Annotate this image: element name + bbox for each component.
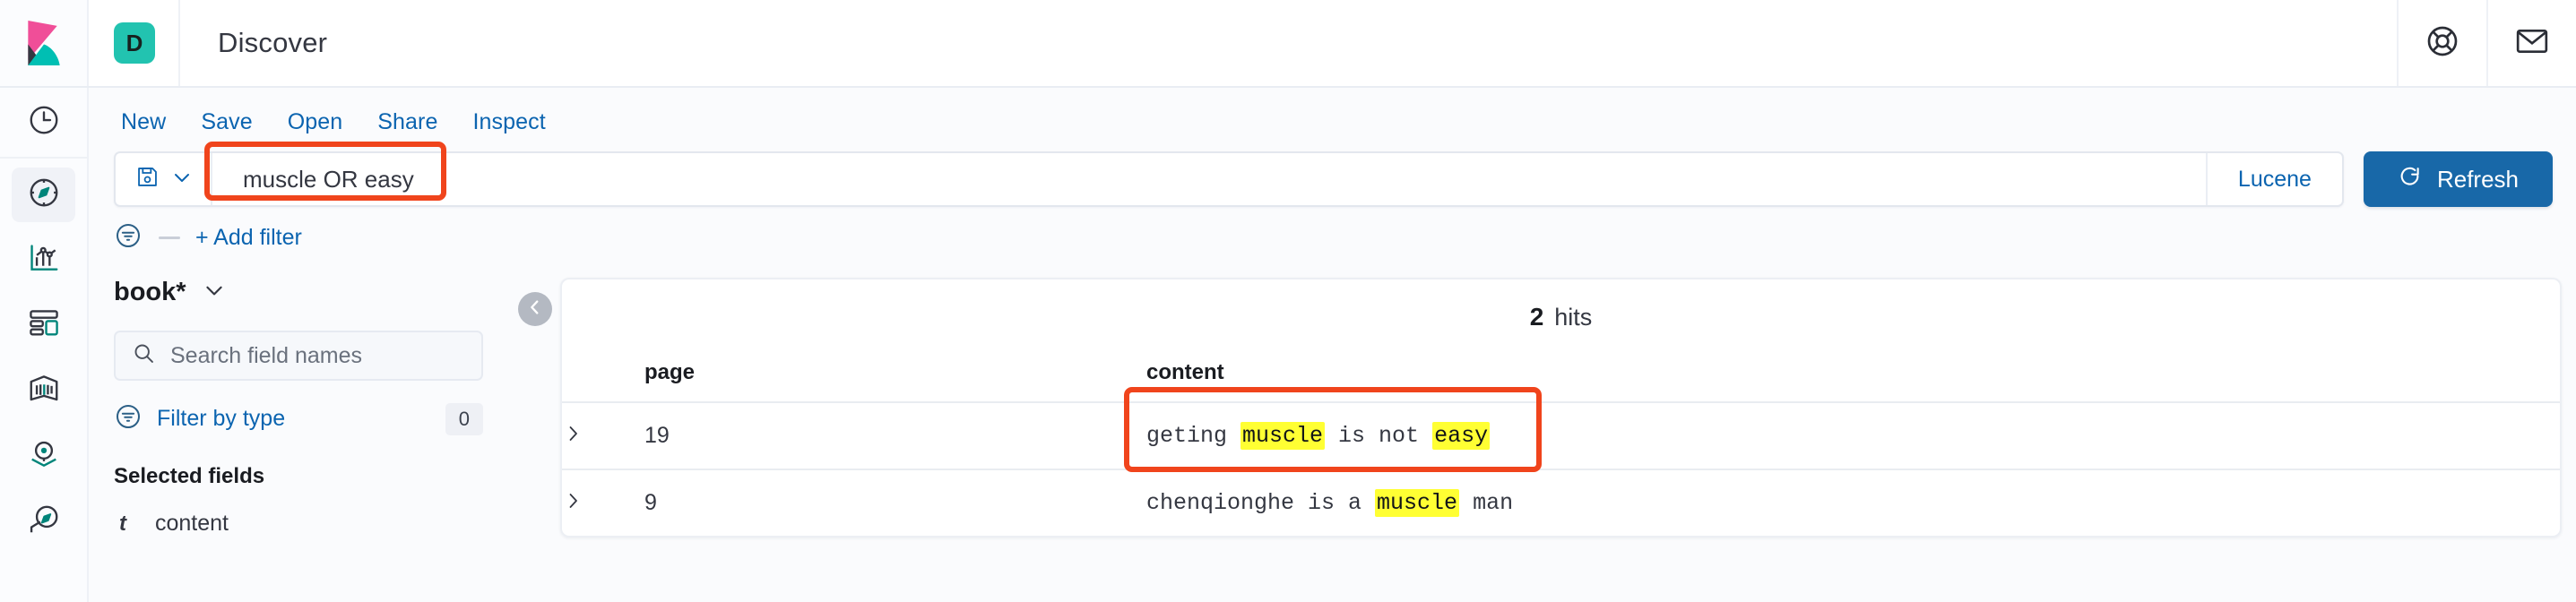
sidebar-item-maps[interactable] bbox=[0, 427, 87, 486]
discover-top-menu: New Save Open Share Inspect bbox=[89, 88, 2576, 144]
filter-bar: + Add filter bbox=[89, 207, 2576, 254]
clock-recently-viewed-icon bbox=[27, 103, 61, 142]
table-row[interactable]: 9 chenqionghe is a muscle man bbox=[562, 469, 2560, 536]
sidebar-item-canvas[interactable] bbox=[0, 362, 87, 420]
sidebar-item-visualize[interactable] bbox=[0, 231, 87, 289]
chevron-down-icon bbox=[203, 279, 226, 306]
cell-content: geting muscle is not easy bbox=[1146, 401, 2560, 469]
refresh-button[interactable]: Refresh bbox=[2363, 151, 2553, 207]
query-input-value: muscle OR easy bbox=[243, 165, 414, 193]
cell-page: 9 bbox=[644, 469, 1146, 536]
header-spacer bbox=[327, 0, 2397, 86]
main-content-area: New Save Open Share Inspect muscle OR ea… bbox=[89, 88, 2576, 602]
menu-item-share[interactable]: Share bbox=[377, 109, 437, 135]
expand-row-button[interactable] bbox=[562, 469, 644, 536]
search-field-names-input[interactable]: Search field names bbox=[114, 331, 483, 381]
search-term-highlight: muscle bbox=[1375, 489, 1460, 517]
discover-body: book* Search field names Filter by type … bbox=[89, 254, 2576, 538]
content-text: man bbox=[1459, 490, 1514, 516]
documents-table-body: 19 geting muscle is not easy 9 chenqionghe … bbox=[562, 401, 2560, 536]
refresh-circle-arrow-icon bbox=[2398, 164, 2423, 195]
recently-viewed-button[interactable] bbox=[0, 88, 87, 159]
query-bar-row: muscle OR easy Lucene Refresh bbox=[89, 144, 2576, 207]
index-pattern-name: book* bbox=[114, 278, 186, 306]
content-text: geting bbox=[1146, 423, 1241, 449]
query-input[interactable]: muscle OR easy bbox=[212, 153, 2206, 205]
kibana-logo-button[interactable] bbox=[0, 0, 89, 86]
query-bar: muscle OR easy Lucene bbox=[114, 151, 2344, 207]
sidebar-collapse-container bbox=[510, 278, 560, 326]
chevron-right-expand-icon bbox=[562, 494, 583, 515]
hits-summary: 2 hits bbox=[562, 280, 2560, 351]
kibana-logo-icon bbox=[22, 21, 65, 65]
index-pattern-selector[interactable]: book* bbox=[114, 278, 483, 331]
field-name-label: content bbox=[155, 511, 229, 536]
menu-item-new[interactable]: New bbox=[121, 109, 166, 135]
sidebar-item-machine-learning[interactable] bbox=[0, 493, 87, 551]
dashboard-grid-icon bbox=[27, 306, 61, 345]
chevron-right-expand-icon bbox=[562, 426, 583, 448]
field-item-content[interactable]: t content bbox=[114, 511, 483, 537]
column-header-expand bbox=[562, 351, 644, 402]
table-row[interactable]: 19 geting muscle is not easy bbox=[562, 401, 2560, 469]
filter-funnel-icon[interactable] bbox=[114, 221, 143, 254]
page-title: Discover bbox=[218, 27, 328, 58]
table-header-row: page content bbox=[562, 351, 2560, 402]
machine-learning-icon bbox=[27, 503, 61, 541]
sidebar-item-discover[interactable] bbox=[0, 166, 87, 224]
app-badge: D bbox=[114, 22, 155, 64]
filter-funnel-icon bbox=[114, 402, 157, 435]
chevron-down-icon bbox=[171, 167, 193, 193]
app-badge-container: D bbox=[89, 0, 180, 86]
saved-query-button[interactable] bbox=[116, 153, 212, 205]
collapse-sidebar-button[interactable] bbox=[518, 292, 552, 326]
menu-item-save[interactable]: Save bbox=[201, 109, 252, 135]
expand-row-button[interactable] bbox=[562, 401, 644, 469]
menu-item-open[interactable]: Open bbox=[288, 109, 343, 135]
selected-fields-header: Selected fields bbox=[114, 464, 265, 488]
filter-separator bbox=[159, 236, 180, 239]
newsfeed-button[interactable] bbox=[2486, 0, 2576, 86]
content-text: chenqionghe is a bbox=[1146, 490, 1376, 516]
envelope-newsfeed-icon bbox=[2514, 23, 2550, 64]
line-chart-visualize-icon bbox=[27, 241, 61, 280]
search-icon bbox=[132, 341, 156, 370]
content-text: is not bbox=[1325, 423, 1433, 449]
save-disk-icon bbox=[135, 165, 160, 194]
filter-by-type-button[interactable]: Filter by type 0 bbox=[114, 402, 483, 435]
documents-table-head: page content bbox=[562, 351, 2560, 402]
sidebar-item-dashboard[interactable] bbox=[0, 297, 87, 355]
canvas-frame-icon bbox=[27, 372, 61, 410]
compass-discover-icon bbox=[27, 176, 61, 214]
documents-table: page content 19 geting muscle is not easy… bbox=[562, 351, 2560, 536]
search-field-names-placeholder: Search field names bbox=[170, 342, 363, 368]
help-button[interactable] bbox=[2397, 0, 2486, 86]
map-pin-layers-icon bbox=[27, 437, 61, 476]
query-language-switcher[interactable]: Lucene bbox=[2205, 153, 2342, 205]
add-filter-button[interactable]: + Add filter bbox=[195, 225, 302, 251]
cell-page: 19 bbox=[644, 401, 1146, 469]
refresh-button-label: Refresh bbox=[2436, 165, 2519, 193]
filter-by-type-label: Filter by type bbox=[157, 406, 286, 431]
search-term-highlight: muscle bbox=[1240, 422, 1326, 450]
kibana-discover-app: D Discover New Save Open Share Inspect m… bbox=[0, 0, 2576, 602]
filter-by-type-count: 0 bbox=[445, 402, 483, 435]
left-nav-rail bbox=[0, 88, 89, 602]
hits-label: hits bbox=[1554, 304, 1593, 331]
chevron-left-icon bbox=[525, 297, 545, 322]
results-panel: 2 hits page content 19 geting muscle is n… bbox=[560, 278, 2562, 538]
cell-content: chenqionghe is a muscle man bbox=[1146, 469, 2560, 536]
field-type-string-icon: t bbox=[119, 511, 126, 536]
life-ring-help-icon bbox=[2425, 23, 2460, 64]
field-sidebar: book* Search field names Filter by type … bbox=[89, 278, 510, 537]
top-header-bar: D Discover bbox=[0, 0, 2576, 88]
search-term-highlight: easy bbox=[1432, 422, 1491, 450]
column-header-content[interactable]: content bbox=[1146, 351, 2560, 402]
menu-item-inspect[interactable]: Inspect bbox=[472, 109, 545, 135]
column-header-page[interactable]: page bbox=[644, 351, 1146, 402]
hits-count: 2 bbox=[1529, 303, 1544, 331]
